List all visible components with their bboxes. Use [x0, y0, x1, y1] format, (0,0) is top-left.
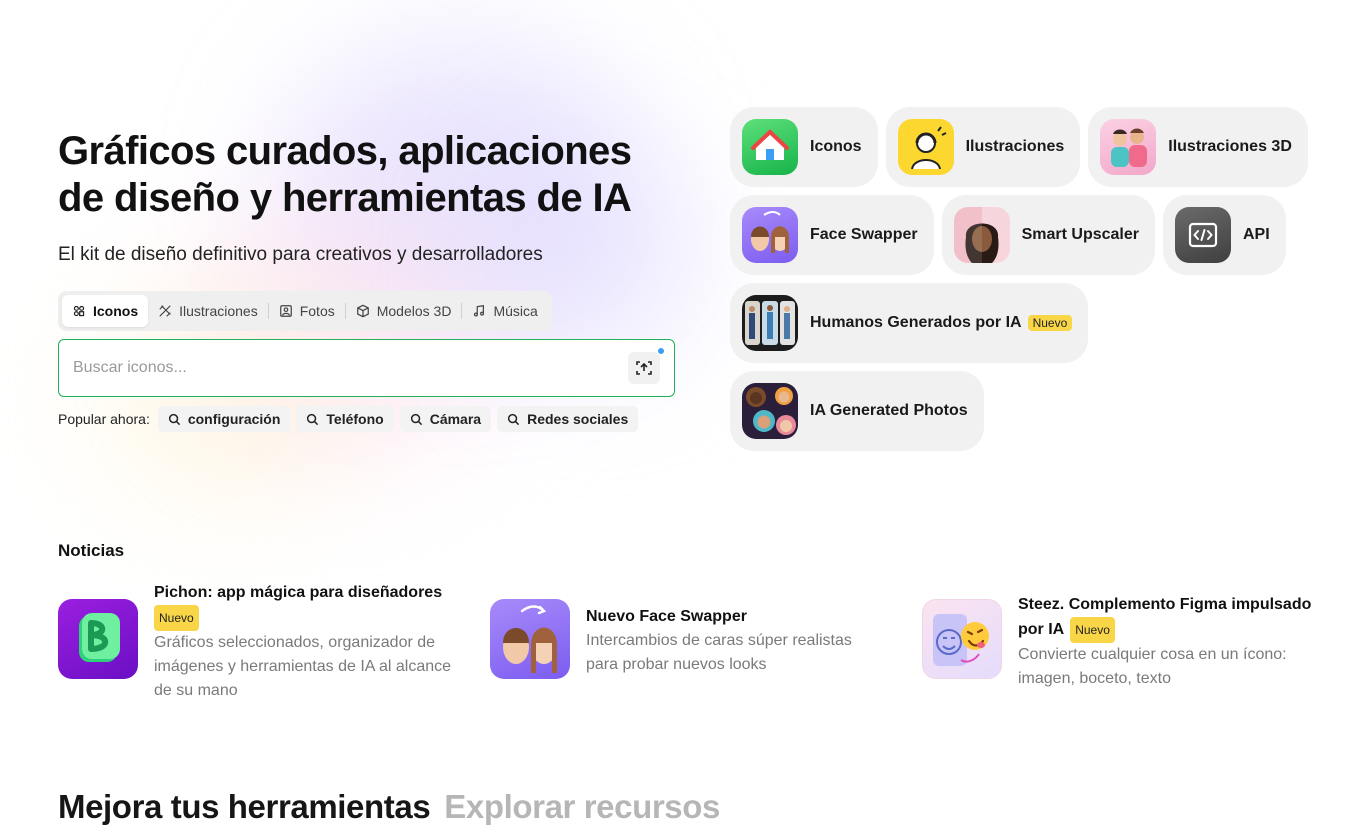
3d-illustration-app-icon	[1100, 119, 1157, 175]
music-icon	[474, 305, 485, 317]
steez-plugin-icon	[922, 599, 1002, 679]
app-card-ilustraciones[interactable]: Ilustraciones	[885, 107, 1081, 187]
image-search-button[interactable]	[628, 348, 664, 384]
news-description: Convierte cualquier cosa en un ícono: im…	[1018, 646, 1287, 687]
app-label: Ilustraciones	[965, 138, 1065, 155]
tab-label: Fotos	[299, 303, 335, 319]
new-badge: Nuevo	[1027, 314, 1073, 331]
popular-chip-label: Redes sociales	[527, 411, 629, 427]
tab-modelos-3d[interactable]: Modelos 3D	[346, 295, 462, 327]
news-title: Nuevo Face Swapper	[586, 608, 747, 625]
hero-subtitle: El kit de diseño definitivo para creativ…	[58, 244, 543, 265]
news-item-face-swapper[interactable]: Nuevo Face Swapper Intercambios de caras…	[490, 599, 886, 679]
news-item-pichon[interactable]: Pichon: app mágica para diseñadores Nuevo…	[58, 581, 454, 703]
popular-searches: Popular ahora: configuración Teléfono Cá…	[58, 406, 639, 432]
resource-type-tabs: Iconos Ilustraciones Fotos Modelos 3D Mú…	[58, 291, 552, 331]
apps-grid: Iconos Ilustraciones Ilustraciones 3D Fa…	[730, 107, 1330, 459]
explore-resources-link[interactable]: Explorar recursos	[444, 788, 720, 825]
tab-fotos[interactable]: Fotos	[269, 295, 345, 327]
news-text: Pichon: app mágica para diseñadores Nuevo…	[154, 581, 454, 703]
app-label: Smart Upscaler	[1021, 226, 1139, 243]
popular-chip[interactable]: Cámara	[399, 406, 492, 432]
tab-label: Modelos 3D	[376, 303, 452, 319]
app-label: API	[1243, 226, 1270, 243]
search-icon	[410, 413, 422, 425]
tools-section-heading: Mejora tus herramientas Explorar recursos	[58, 788, 720, 826]
humans-app-icon	[742, 295, 798, 351]
popular-chip-label: Teléfono	[326, 411, 384, 427]
popular-chip[interactable]: configuración	[157, 406, 291, 432]
app-label: Humanos Generados por IA Nuevo	[810, 314, 1073, 332]
news-text: Nuevo Face Swapper Intercambios de caras…	[586, 605, 886, 679]
search-input[interactable]	[73, 359, 628, 377]
search-icon	[307, 413, 319, 425]
news-text: Steez. Complemento Figma impulsado por I…	[1018, 593, 1318, 691]
hero: Gráficos curados, aplicaciones de diseño…	[58, 128, 698, 266]
popular-label: Popular ahora:	[58, 411, 150, 427]
tools-title: Mejora tus herramientas	[58, 788, 431, 825]
house-app-icon	[742, 119, 798, 175]
app-card-ilustraciones-3d[interactable]: Ilustraciones 3D	[1088, 107, 1308, 187]
tab-label: Ilustraciones	[179, 303, 258, 319]
news-title: Pichon: app mágica para diseñadores Nuevo	[154, 581, 454, 631]
app-card-iconos[interactable]: Iconos	[730, 107, 878, 187]
photo-icon	[279, 305, 292, 317]
new-badge: Nuevo	[1070, 617, 1115, 643]
upload-icon	[636, 361, 652, 375]
news-title-text: Pichon: app mágica para diseñadores	[154, 584, 443, 601]
news-description: Intercambios de caras súper realistas pa…	[586, 632, 852, 673]
face-swapper-news-icon	[490, 599, 570, 679]
news-section-title: Noticias	[58, 541, 125, 560]
cube-icon	[356, 304, 369, 318]
app-card-face-swapper[interactable]: Face Swapper	[730, 195, 934, 275]
app-label: IA Generated Photos	[810, 402, 968, 419]
tab-iconos[interactable]: Iconos	[62, 295, 149, 327]
app-card-api[interactable]: API	[1163, 195, 1286, 275]
app-label: Ilustraciones 3D	[1168, 138, 1292, 155]
news-item-steez[interactable]: Steez. Complemento Figma impulsado por I…	[922, 593, 1318, 691]
photos-app-icon	[742, 383, 798, 439]
search-icon	[168, 413, 180, 425]
tab-ilustraciones[interactable]: Ilustraciones	[148, 295, 268, 327]
search-box	[58, 339, 675, 397]
popular-chip[interactable]: Teléfono	[296, 406, 394, 432]
face-swapper-app-icon	[742, 207, 798, 263]
app-card-humanos-generados[interactable]: Humanos Generados por IA Nuevo	[730, 283, 1089, 363]
tab-label: Iconos	[93, 303, 139, 319]
news-title: Steez. Complemento Figma impulsado por I…	[1018, 593, 1318, 643]
news-title-text: Steez. Complemento Figma impulsado por I…	[1018, 596, 1312, 639]
tab-label: Música	[493, 303, 538, 319]
search-icon	[508, 413, 520, 425]
upscaler-app-icon	[953, 207, 1010, 263]
app-label: Iconos	[810, 138, 862, 155]
new-badge: Nuevo	[154, 605, 199, 631]
app-card-ia-generated-photos[interactable]: IA Generated Photos	[730, 371, 984, 451]
popular-chip-label: configuración	[187, 411, 281, 427]
hero-title-line1: Gráficos curados, aplicaciones	[58, 129, 632, 173]
popular-chip[interactable]: Redes sociales	[497, 406, 639, 432]
illustrations-icon	[159, 305, 171, 317]
hero-title: Gráficos curados, aplicaciones de diseño…	[58, 128, 698, 222]
icons-icon	[73, 305, 85, 317]
notification-dot	[658, 348, 664, 354]
api-app-icon	[1175, 207, 1231, 263]
pichon-app-icon	[58, 599, 138, 679]
app-label-text: Humanos Generados por IA	[810, 314, 1022, 331]
news-description: Gráficos seleccionados, organizador de i…	[154, 634, 452, 699]
hero-title-line2: de diseño y herramientas de IA	[58, 176, 632, 220]
tab-musica[interactable]: Música	[462, 295, 547, 327]
app-label: Face Swapper	[810, 226, 918, 243]
app-card-smart-upscaler[interactable]: Smart Upscaler	[941, 195, 1155, 275]
popular-chip-label: Cámara	[429, 411, 482, 427]
illustration-app-icon	[897, 119, 954, 175]
